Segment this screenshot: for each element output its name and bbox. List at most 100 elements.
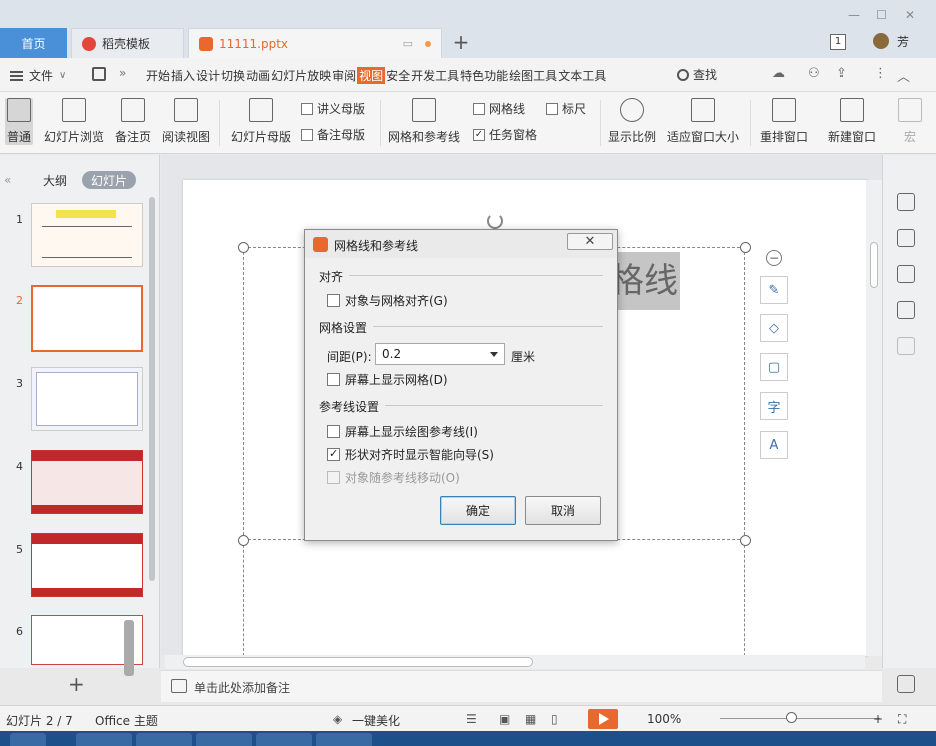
taskbar-app-icon[interactable] [196, 733, 252, 746]
find-button[interactable]: 查找 [677, 66, 717, 83]
menu-tab-developer[interactable]: 开发工具 [411, 67, 459, 84]
show-grid-box[interactable] [327, 373, 340, 386]
cloud-sync-icon[interactable]: ☁ [772, 66, 785, 81]
collapse-toolbar-icon[interactable]: − [766, 250, 782, 266]
save-icon[interactable] [92, 67, 106, 81]
monitor-icon[interactable]: ▭ [403, 37, 413, 50]
fit-window-button[interactable]: 适应窗口大小 [667, 98, 739, 145]
chevron-down-icon[interactable] [490, 352, 498, 357]
maximize-icon[interactable]: ☐ [876, 8, 887, 22]
zoom-slider[interactable] [720, 718, 880, 719]
taskbar-app-icon[interactable] [256, 733, 312, 746]
reading-view-button[interactable]: 阅读视图 [162, 98, 210, 145]
resize-handle[interactable] [740, 535, 751, 546]
gridlines-checkbox-box[interactable] [473, 102, 485, 115]
menu-tab-slideshow[interactable]: 幻灯片放映 [271, 67, 331, 84]
resize-handle[interactable] [740, 242, 751, 253]
theme-name[interactable]: Office 主题 [95, 712, 158, 729]
show-grid-checkbox[interactable]: 屏幕上显示网格(D) [327, 371, 448, 388]
show-drawing-guides-box[interactable] [327, 425, 340, 438]
resize-handle[interactable] [238, 535, 249, 546]
zoom-slider-handle[interactable] [786, 712, 797, 723]
menu-tab-text-tools[interactable]: 文本工具 [558, 67, 606, 84]
spacing-select[interactable]: 0.2 [375, 343, 505, 365]
menu-tab-review[interactable]: 审阅 [332, 67, 356, 84]
vertical-scrollbar[interactable] [866, 180, 882, 656]
cube-icon[interactable] [897, 337, 915, 355]
slide-sorter-button[interactable]: 幻灯片浏览 [44, 98, 104, 145]
horizontal-scroll-thumb[interactable] [183, 657, 533, 667]
normal-view-button[interactable]: 普通 [5, 98, 34, 145]
menu-tab-animation[interactable]: 动画 [246, 67, 270, 84]
resize-handle[interactable] [238, 242, 249, 253]
handout-master-button[interactable]: 讲义母版 [301, 100, 365, 117]
tab-slides[interactable]: 幻灯片 [82, 171, 136, 189]
slide-thumbnail-3[interactable] [31, 367, 143, 431]
avatar[interactable] [873, 33, 889, 49]
share-icon[interactable]: ⇪ [836, 66, 847, 81]
notes-bar[interactable]: 单击此处添加备注 [161, 670, 882, 702]
menu-tab-design[interactable]: 设计 [196, 67, 220, 84]
notes-page-button[interactable]: 备注页 [115, 98, 151, 145]
collapse-pane-icon[interactable]: « [4, 173, 11, 187]
slide-thumbnail-2[interactable] [31, 285, 143, 352]
outline-icon[interactable]: ▢ [760, 353, 788, 381]
ruler-checkbox[interactable]: 标尺 [546, 100, 586, 117]
window-count-badge[interactable]: 1 [830, 34, 846, 50]
minimize-icon[interactable]: — [848, 8, 860, 22]
gridlines-checkbox[interactable]: 网格线 [473, 100, 525, 117]
start-icon[interactable] [10, 733, 46, 746]
collaborate-icon[interactable]: ⚇ [808, 66, 820, 81]
snap-to-grid-checkbox[interactable]: 对象与网格对齐(G) [327, 292, 448, 309]
brush-icon[interactable]: ✎ [760, 276, 788, 304]
taskbar-browser-icon[interactable] [76, 733, 132, 746]
more-arrows-icon[interactable]: » [119, 66, 126, 80]
sorter-view-status-icon[interactable]: ▦ [525, 712, 536, 726]
menu-tab-view[interactable]: 视图 [357, 67, 386, 84]
font-icon[interactable]: 字 [760, 392, 788, 420]
grid-and-guides-button[interactable]: 网格和参考线 [388, 98, 460, 145]
tab-templates[interactable]: 稻壳模板 [71, 28, 184, 58]
close-window-icon[interactable]: ✕ [905, 8, 915, 22]
zoom-level[interactable]: 100% [647, 712, 681, 726]
task-pane-checkbox-box[interactable] [473, 128, 485, 141]
smart-guides-checkbox[interactable]: 形状对齐时显示智能向导(S) [327, 446, 494, 463]
task-pane-checkbox[interactable]: 任务窗格 [473, 126, 537, 143]
slide-thumbnail-1[interactable] [31, 203, 143, 267]
menu-tab-security[interactable]: 安全 [386, 67, 410, 84]
menu-tab-insert[interactable]: 插入 [171, 67, 195, 84]
vertical-scroll-thumb[interactable] [870, 242, 878, 288]
audio-icon[interactable] [897, 301, 915, 319]
snap-to-grid-box[interactable] [327, 294, 340, 307]
notes-master-button[interactable]: 备注母版 [301, 126, 365, 143]
dialog-title-bar[interactable]: 网格线和参考线 ✕ [305, 230, 617, 258]
notes-toggle-icon[interactable]: ☰ [466, 712, 477, 726]
show-drawing-guides-checkbox[interactable]: 屏幕上显示绘图参考线(I) [327, 423, 478, 440]
add-slide-button[interactable]: + [68, 672, 85, 696]
transition-icon[interactable] [897, 265, 915, 283]
reading-view-status-icon[interactable]: ▯ [551, 712, 558, 726]
apps-grid-icon[interactable] [897, 675, 915, 693]
pane-scrollbar[interactable] [149, 197, 155, 581]
macro-button[interactable]: 宏 [898, 98, 922, 145]
file-menu[interactable]: 文件 ∨ [10, 67, 66, 84]
properties-icon[interactable] [897, 193, 915, 211]
tab-document[interactable]: 11111.pptx ▭ [188, 28, 442, 58]
normal-view-status-icon[interactable]: ▣ [499, 712, 510, 726]
menu-tab-features[interactable]: 特色功能 [460, 67, 508, 84]
collapse-ribbon-icon[interactable]: ︿ [897, 66, 910, 85]
taskbar-folder-icon[interactable] [136, 733, 192, 746]
horizontal-scrollbar[interactable] [165, 655, 865, 669]
rotate-handle-icon[interactable] [487, 213, 503, 229]
fill-icon[interactable]: ◇ [760, 314, 788, 342]
slide-thumbnail-4[interactable] [31, 450, 143, 514]
tab-home[interactable]: 首页 [0, 28, 67, 58]
zoom-in-icon[interactable]: + [873, 712, 883, 726]
menu-tab-transitions[interactable]: 切换 [221, 67, 245, 84]
dialog-close-button[interactable]: ✕ [567, 233, 613, 250]
taskbar-chat-icon[interactable] [316, 733, 372, 746]
play-slideshow-button[interactable] [588, 709, 618, 729]
slide-thumbnail-5[interactable] [31, 533, 143, 597]
menu-tab-drawing-tools[interactable]: 绘图工具 [509, 67, 557, 84]
menu-tab-home[interactable]: 开始 [146, 67, 170, 84]
